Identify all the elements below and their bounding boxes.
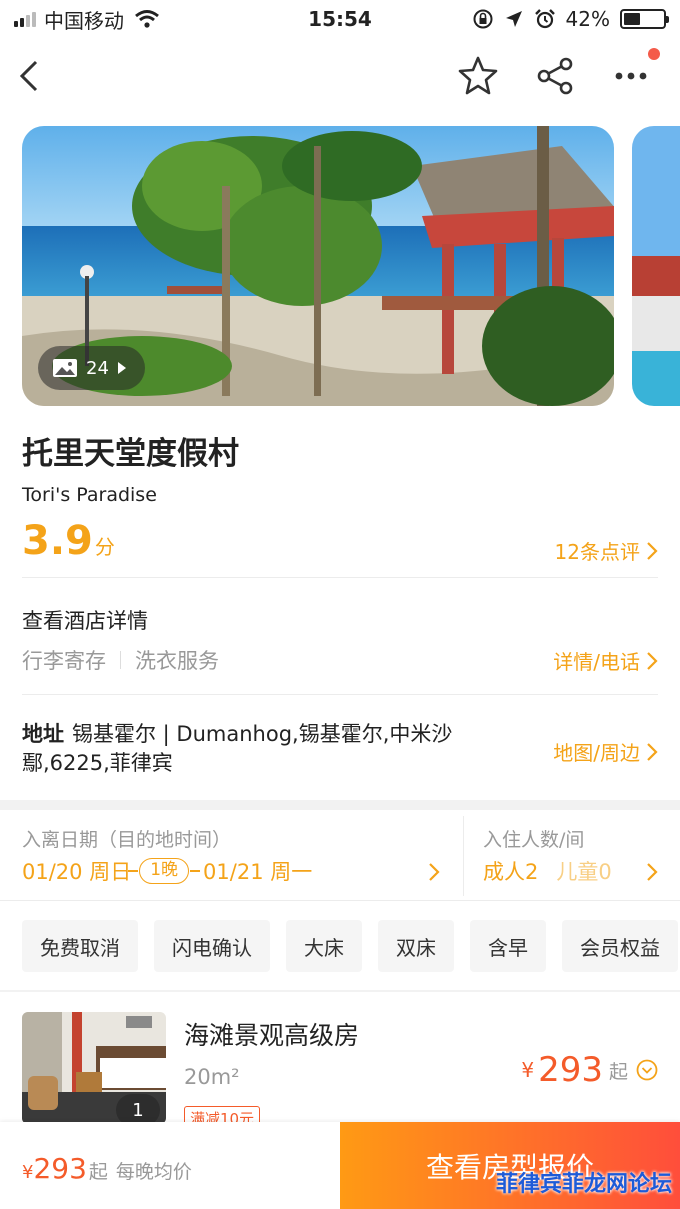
guest-label: 入住人数/间 (483, 829, 585, 851)
guest-selector[interactable]: 成人2 儿童0 (483, 856, 612, 886)
chevron-right-icon[interactable] (428, 862, 440, 882)
signal-icon (14, 11, 36, 27)
chevron-right-icon[interactable] (646, 862, 658, 882)
chevron-right-icon (647, 651, 658, 670)
facility-list: 行李寄存 洗衣服务 (22, 645, 219, 675)
carrier-name: 中国移动 (44, 8, 124, 33)
status-time: 15:54 (308, 7, 372, 31)
currency-symbol: ¥ (22, 1162, 34, 1183)
status-bar: 中国移动 15:54 42% (0, 0, 680, 38)
filter-chip-breakfast[interactable]: 含早 (470, 920, 546, 972)
checkout-date: 01/21 周一 (203, 860, 313, 884)
address-label: 地址 (22, 722, 64, 746)
image-icon (53, 359, 77, 377)
chevron-right-icon (647, 742, 658, 761)
notification-dot (648, 48, 660, 60)
children-count: 儿童0 (556, 860, 612, 884)
divider (22, 577, 658, 578)
price-suffix: 起 (608, 1060, 628, 1083)
price-suffix: 起 (88, 1161, 108, 1183)
location-arrow-icon (505, 11, 522, 27)
facility-item: 行李寄存 (22, 649, 106, 673)
filter-chip-twin-bed[interactable]: 双床 (378, 920, 454, 972)
filter-chip-free-cancel[interactable]: 免费取消 (22, 920, 138, 972)
alarm-icon (534, 9, 555, 29)
score-unit: 分 (94, 535, 115, 559)
battery-icon (620, 9, 669, 29)
checkin-date: 01/20 周日 (22, 860, 132, 884)
more-icon[interactable] (608, 54, 654, 98)
room-price[interactable]: ¥ 293 起 (521, 1050, 658, 1090)
price-value: 293 (538, 1050, 603, 1090)
rating-score: 3.9 分 (22, 518, 115, 564)
bottom-price: ¥ 293 起 每晚均价 (22, 1152, 192, 1185)
chevron-right-icon (647, 541, 658, 560)
filter-chip-instant-confirm[interactable]: 闪电确认 (154, 920, 270, 972)
filter-chip-king-bed[interactable]: 大床 (286, 920, 362, 972)
photo-count-badge[interactable]: 24 (38, 346, 145, 390)
divider (22, 694, 658, 695)
reviews-link-label: 12条点评 (554, 540, 640, 564)
section-divider (0, 800, 680, 810)
room-size: 20m² (184, 1065, 240, 1089)
filter-chips: 免费取消 闪电确认 大床 双床 含早 会员权益 (22, 920, 678, 972)
date-selector[interactable]: 01/20 周日 1晚 01/21 周一 (22, 856, 312, 886)
share-icon[interactable] (534, 54, 578, 98)
hotel-details-title[interactable]: 查看酒店详情 (22, 605, 148, 635)
back-icon[interactable] (14, 54, 54, 98)
photo-count: 24 (86, 357, 109, 379)
divider (0, 900, 680, 901)
favorite-star-icon[interactable] (456, 54, 500, 98)
reviews-link[interactable]: 12条点评 (555, 536, 658, 565)
room-name[interactable]: 海滩景观高级房 (184, 1016, 359, 1052)
date-label: 入离日期（目的地时间） (22, 829, 232, 851)
facility-separator (120, 651, 121, 669)
resort-pool-image (632, 126, 680, 406)
facility-item: 洗衣服务 (135, 649, 219, 673)
adults-count: 成人2 (483, 860, 539, 884)
watermark: 菲律宾菲龙网论坛 (495, 1172, 672, 1197)
details-phone-link[interactable]: 详情/电话 (553, 646, 658, 675)
hotel-english-name: Tori's Paradise (22, 484, 157, 506)
filter-chip-member-benefits[interactable]: 会员权益 (562, 920, 678, 972)
nights-badge: 1晚 (128, 858, 200, 884)
price-note: 每晚均价 (115, 1161, 192, 1183)
price-value: 293 (33, 1152, 87, 1185)
next-photo-preview[interactable] (632, 126, 680, 406)
play-arrow-icon (117, 362, 126, 374)
expand-chevron-icon[interactable] (636, 1059, 658, 1081)
hotel-name: 托里天堂度假村 (22, 436, 239, 472)
section-divider (0, 990, 680, 992)
hotel-address: 地址 锡基霍尔 | Dumanhog,锡基霍尔,中米沙鄢,6225,菲律宾 (22, 720, 502, 778)
map-nearby-label: 地图/周边 (553, 741, 640, 765)
map-nearby-link[interactable]: 地图/周边 (553, 737, 658, 766)
address-text: 锡基霍尔 | Dumanhog,锡基霍尔,中米沙鄢,6225,菲律宾 (22, 722, 453, 775)
battery-percent: 42% (565, 7, 610, 31)
wifi-icon (135, 10, 159, 28)
vertical-divider (463, 816, 464, 896)
rotation-lock-icon (473, 9, 493, 29)
nav-bar (0, 44, 680, 108)
currency-symbol: ¥ (521, 1058, 535, 1082)
score-value: 3.9 (22, 518, 93, 564)
details-phone-label: 详情/电话 (553, 650, 640, 674)
